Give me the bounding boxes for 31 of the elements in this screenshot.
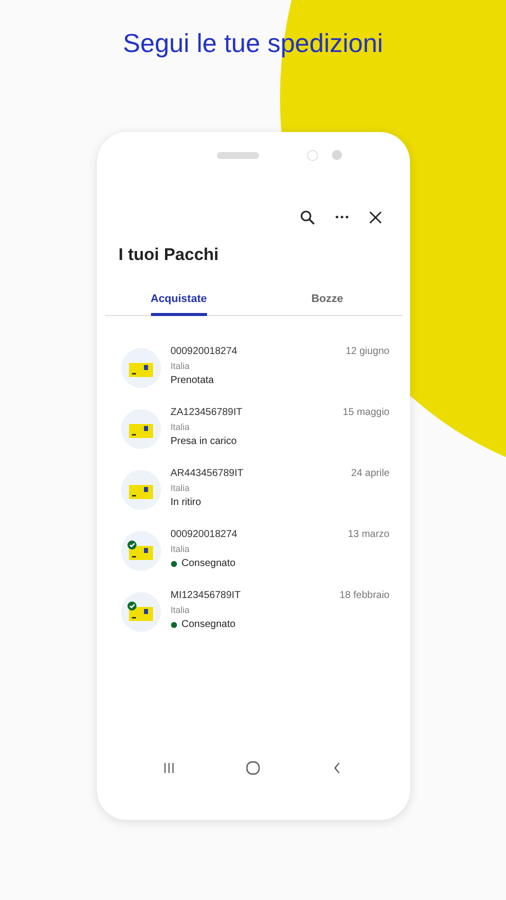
search-icon[interactable] xyxy=(300,209,316,225)
screen-title: I tuoi Pacchi xyxy=(118,245,220,265)
shipment-date: 15 maggio xyxy=(342,407,390,418)
home-icon[interactable] xyxy=(244,760,261,776)
shipment-date: 12 giugno xyxy=(346,346,390,357)
tracking-code: 000920018274 xyxy=(170,529,238,540)
tracking-code: MI123456789IT xyxy=(170,590,241,601)
speaker-grille xyxy=(216,152,258,158)
shipment-country: Italia xyxy=(170,605,191,615)
shipment-status: Prenotata xyxy=(170,375,214,386)
shipment-status: Presa in carico xyxy=(170,436,237,447)
shipment-date: 18 febbraio xyxy=(339,590,390,601)
tab[interactable]: Bozze xyxy=(253,293,402,315)
close-icon[interactable] xyxy=(368,209,384,225)
tracking-code: ZA123456789IT xyxy=(170,407,242,418)
tracking-code: AR443456789IT xyxy=(170,468,244,479)
status-dot xyxy=(170,622,176,628)
shipment-status: Consegnato xyxy=(182,558,236,569)
camera-lens xyxy=(306,150,318,160)
shipment-country: Italia xyxy=(170,483,191,493)
shipment-country: Italia xyxy=(170,544,191,554)
shipment-country: Italia xyxy=(170,422,191,432)
shipment-status: Consegnato xyxy=(182,619,236,630)
shipment-date: 13 marzo xyxy=(348,529,390,540)
tab[interactable]: Acquistate xyxy=(104,293,253,315)
shipment-date: 24 aprile xyxy=(351,468,390,479)
shipment-status: In ritiro xyxy=(170,497,202,508)
tracking-code: 000920018274 xyxy=(170,346,238,357)
shipment-country: Italia xyxy=(170,361,191,371)
sensor-dot xyxy=(332,150,342,160)
status-dot xyxy=(170,560,176,566)
